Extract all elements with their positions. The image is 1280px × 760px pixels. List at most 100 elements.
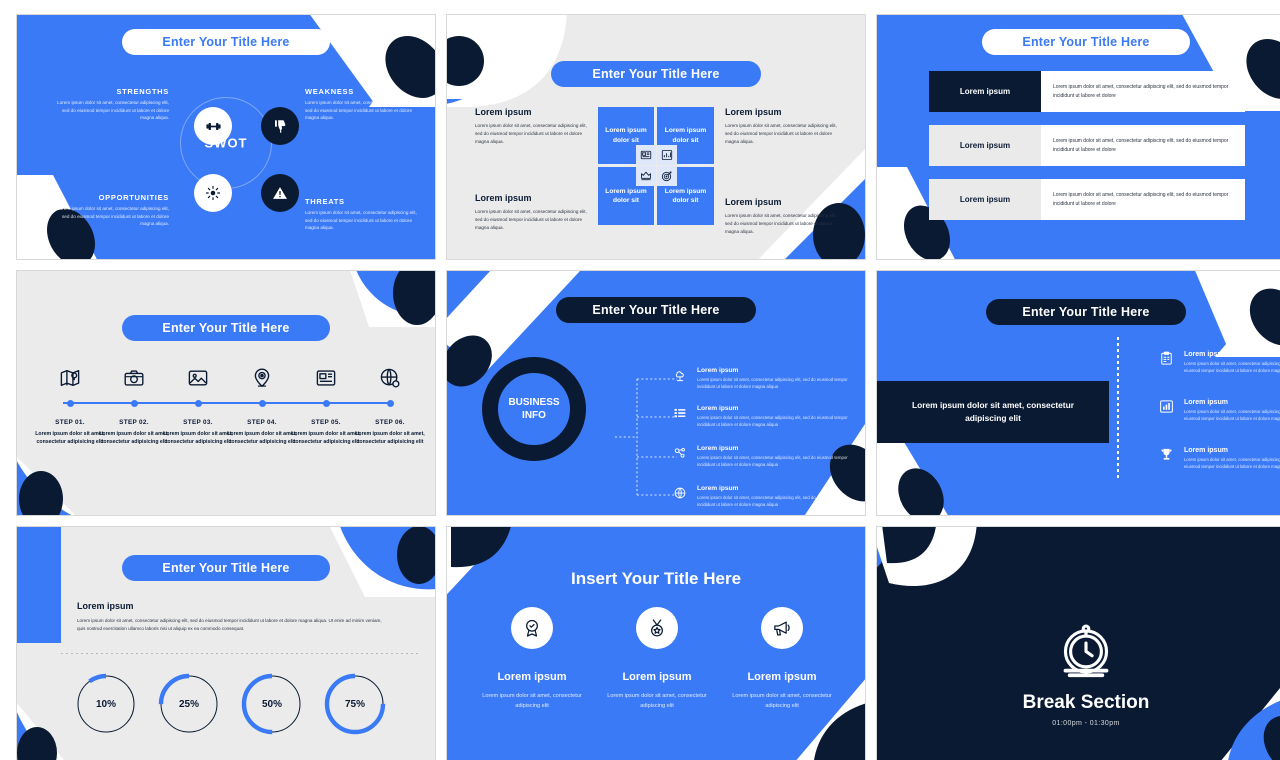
statement-item-1[interactable]: Lorem ipsum Lorem ipsum dolor sit amet, … [1157,351,1280,374]
timeline-step-3-text: Lorem ipsum dolor sit amet, consectetur … [163,431,233,446]
slide-break[interactable]: Break Section 01:00pm - 01:30pm [876,526,1280,760]
matrix-side-4-text: Lorem ipsum dolor sit amet, consectetur … [725,213,837,234]
slide-title-pill[interactable]: Enter Your Title Here [122,555,330,581]
timeline-step-2[interactable]: STEP 02. Lorem ipsum dolor sit amet, con… [99,363,169,446]
slide-deck: Enter Your Title Here SWOT STRENGTHS Lor… [0,0,1280,760]
timeline-step-1-label: STEP 01. [55,419,85,426]
matrix-side-1-text: Lorem ipsum dolor sit amet, consectetur … [475,123,587,144]
slide-title-pill[interactable]: Enter Your Title Here [556,297,756,323]
swot-node-weakness[interactable] [261,107,299,145]
timeline-step-2-label: STEP 02. [119,419,149,426]
hub-line-2: INFO [522,410,546,421]
timeline-step-1-text: Lorem ipsum dolor sit amet, consectetur … [35,431,105,446]
branch-2-text: Lorem ipsum dolor sit amet, consectetur … [697,415,848,428]
timeline-step-1[interactable]: STEP 01. Lorem ipsum dolor sit amet, con… [35,363,105,446]
matrix-cell-2-label: Lorem ipsum dolor sit [664,127,707,144]
progress-ring-4[interactable]: 75% [324,673,386,735]
matrix-side-3-text: Lorem ipsum dolor sit amet, consectetur … [475,209,587,230]
three-up-2-heading: Lorem ipsum [622,671,692,683]
three-up-column-1[interactable]: Lorem ipsum Lorem ipsum dolor sit amet, … [471,607,593,711]
branch-1-text: Lorem ipsum dolor sit amet, consectetur … [697,377,848,390]
matrix-side-3-heading: Lorem ipsum [475,193,532,203]
slide-title-text: Enter Your Title Here [162,35,290,49]
cloud-network-icon [671,367,689,390]
crown-icon [641,171,651,181]
share-nodes-icon [671,445,689,468]
branch-item-3[interactable]: Lorem ipsum Lorem ipsum dolor sit amet, … [671,445,857,468]
table-row[interactable]: Lorem ipsum Lorem ipsum dolor sit amet, … [929,125,1245,166]
slide-swot[interactable]: Enter Your Title Here SWOT STRENGTHS Lor… [16,14,436,260]
matrix-side-1-heading: Lorem ipsum [475,107,532,117]
slide-title-pill[interactable]: Enter Your Title Here [122,29,330,55]
slide-title-pill[interactable]: Enter Your Title Here [986,299,1186,325]
statement-item-1-body: Lorem ipsum Lorem ipsum dolor sit amet, … [1184,351,1280,374]
slide-progress[interactable]: Enter Your Title Here Lorem ipsum Lorem … [16,526,436,760]
matrix-side-4-heading: Lorem ipsum [725,197,782,207]
swot-label-weakness: WEAKNESS [305,87,354,96]
swot-label-opportunities: OPPORTUNITIES [98,193,169,202]
business-info-hub[interactable]: BUSINESS INFO [482,357,586,461]
timeline-dot [258,400,266,407]
row-2-label: Lorem ipsum [929,125,1041,166]
slide-title-pill[interactable]: Enter Your Title Here [551,61,761,87]
progress-ring-1-value: 10% [95,698,116,710]
timeline-step-4[interactable]: STEP 04. Lorem ipsum dolor sit amet, con… [227,363,297,446]
matrix-icon-4 [657,166,677,186]
slide-rows[interactable]: Enter Your Title Here Lorem ipsum Lorem … [876,14,1280,260]
progress-ring-4-value: 75% [344,698,365,710]
branch-item-4[interactable]: Lorem ipsum Lorem ipsum dolor sit amet, … [671,485,857,508]
progress-ring-3[interactable]: 50% [241,673,303,735]
warning-triangle-icon [273,187,287,199]
statement-item-2-text: Lorem ipsum dolor sit amet, consectetur … [1184,409,1280,422]
break-content: Break Section 01:00pm - 01:30pm [877,623,1280,727]
clipboard-icon [1157,351,1175,374]
slide-three-up[interactable]: Insert Your Title Here Lorem ipsum Lorem… [446,526,866,760]
slide-title-text: Enter Your Title Here [592,303,720,317]
timeline-dot [194,400,202,407]
statement-item-2[interactable]: Lorem ipsum Lorem ipsum dolor sit amet, … [1157,399,1280,422]
slide-matrix[interactable]: Enter Your Title Here Lorem ipsum dolor … [446,14,866,260]
bar-chart-icon [1157,399,1175,422]
timeline-dot [386,400,394,407]
slide-statement[interactable]: Enter Your Title Here Lorem ipsum dolor … [876,270,1280,516]
section-divider [61,653,419,654]
statement-divider [1117,337,1119,481]
news-icon [291,363,361,389]
branch-item-1[interactable]: Lorem ipsum Lorem ipsum dolor sit amet, … [671,367,857,390]
progress-ring-2[interactable]: 25% [158,673,220,735]
timeline-step-3-label: STEP 03. [183,419,213,426]
three-up-column-3[interactable]: Lorem ipsum Lorem ipsum dolor sit amet, … [721,607,843,711]
slide-business-info[interactable]: Enter Your Title Here BUSINESS INFO Lore… [446,270,866,516]
alarm-clock-icon [1063,624,1109,678]
slide-title-text: Enter Your Title Here [1022,35,1150,49]
timeline-step-5[interactable]: STEP 05. Lorem ipsum dolor sit amet, con… [291,363,361,446]
slide-title-pill[interactable]: Enter Your Title Here [122,315,330,341]
branch-2-body: Lorem ipsum Lorem ipsum dolor sit amet, … [697,405,857,428]
swot-node-strengths[interactable] [194,107,232,145]
pin-icon [227,363,297,389]
branch-item-2[interactable]: Lorem ipsum Lorem ipsum dolor sit amet, … [671,405,857,428]
table-row[interactable]: Lorem ipsum Lorem ipsum dolor sit amet, … [929,179,1245,220]
table-row[interactable]: Lorem ipsum Lorem ipsum dolor sit amet, … [929,71,1245,112]
slide-title-text: Enter Your Title Here [162,561,290,575]
progress-ring-1[interactable]: 10% [75,673,137,735]
statement-item-3[interactable]: Lorem ipsum Lorem ipsum dolor sit amet, … [1157,447,1280,470]
slide-title-pill[interactable]: Enter Your Title Here [982,29,1190,55]
statement-item-3-text: Lorem ipsum dolor sit amet, consectetur … [1184,457,1280,470]
timeline-step-5-text: Lorem ipsum dolor sit amet, consectetur … [291,431,361,446]
timeline-step-6[interactable]: STEP 06. Lorem ipsum dolor sit amet, con… [355,363,425,446]
timeline-step-4-text: Lorem ipsum dolor sit amet, consectetur … [227,431,297,446]
statement-box: Lorem ipsum dolor sit amet, consectetur … [877,381,1109,443]
matrix-icon-2 [657,145,677,165]
timeline-step-3[interactable]: STEP 03. Lorem ipsum dolor sit amet, con… [163,363,233,446]
slide-timeline[interactable]: Enter Your Title Here STEP 01. Lorem ips… [16,270,436,516]
branch-3-text: Lorem ipsum dolor sit amet, consectetur … [697,455,848,468]
swot-node-threats[interactable] [261,174,299,212]
matrix-side-3: Lorem ipsum Lorem ipsum dolor sit amet, … [475,193,587,231]
timeline-dot [66,400,74,407]
matrix-cell-4-label: Lorem ipsum dolor sit [664,187,707,204]
three-up-column-2[interactable]: Lorem ipsum Lorem ipsum dolor sit amet, … [596,607,718,711]
branch-1-body: Lorem ipsum Lorem ipsum dolor sit amet, … [697,367,857,390]
matrix-side-4: Lorem ipsum Lorem ipsum dolor sit amet, … [725,197,837,235]
swot-node-opportunities[interactable] [194,174,232,212]
